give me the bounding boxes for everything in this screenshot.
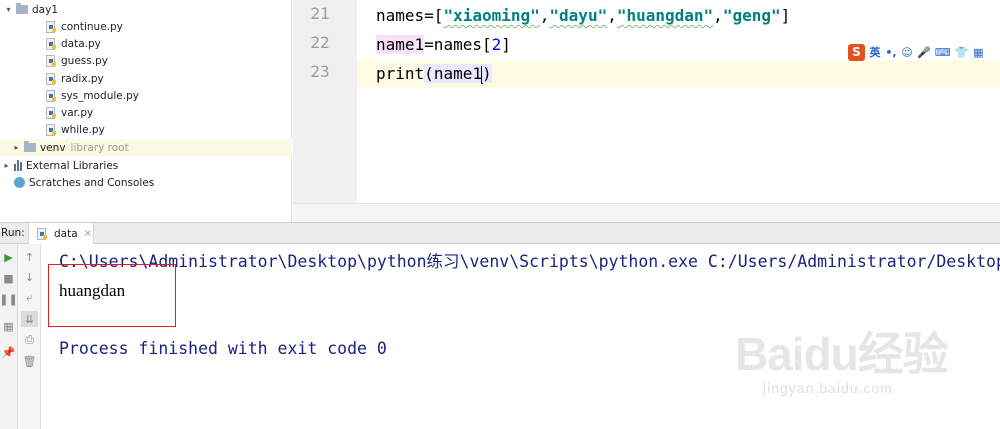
tree-item-scratches[interactable]: Scratches and Consoles <box>14 174 154 191</box>
console-command-line: C:\Users\Administrator\Desktop\python练习\… <box>59 252 1000 271</box>
run-tab-data[interactable]: data × <box>28 223 94 244</box>
tree-item-label: var.py <box>61 106 94 119</box>
tree-item-venv[interactable]: ▸ venv library root <box>0 139 292 156</box>
string-literal: "geng" <box>722 6 781 25</box>
code-token: ] <box>501 35 511 54</box>
annotation-highlight-box <box>48 264 176 327</box>
python-file-icon <box>46 20 57 33</box>
python-file-icon <box>46 106 57 119</box>
console-exit-message: Process finished with exit code 0 <box>59 339 387 358</box>
watermark-brand: Baidu经验 <box>735 328 949 380</box>
code-token: ] <box>780 6 791 25</box>
tree-item-label: continue.py <box>61 20 123 33</box>
print-icon[interactable]: ⎙ <box>21 332 38 348</box>
tree-item-label: day1 <box>32 3 58 16</box>
code-line-23[interactable]: print(name1) <box>357 60 1000 88</box>
number-literal: 2 <box>491 35 502 54</box>
variable-name: name1 <box>433 64 482 83</box>
ime-language-toggle[interactable]: 英 <box>869 44 881 60</box>
scroll-to-end-icon[interactable]: ⇊ <box>21 311 38 327</box>
tree-item-guess-py[interactable]: guess.py <box>46 52 108 69</box>
sogou-logo-icon[interactable]: S <box>848 43 865 61</box>
tree-item-var-py[interactable]: var.py <box>46 104 93 121</box>
folder-icon <box>16 3 28 14</box>
tree-item-label: Scratches and Consoles <box>29 176 155 189</box>
tree-item-label: guess.py <box>61 54 108 67</box>
tree-item-label: while.py <box>61 123 105 136</box>
ime-voice-icon[interactable]: 🎤 <box>917 46 931 59</box>
chevron-right-icon[interactable]: ▸ <box>2 161 11 170</box>
run-label: Run: <box>1 227 25 239</box>
project-tree: ▾ day1 continue.py data.py guess.py radi… <box>0 0 292 222</box>
variable-name: name1 <box>376 35 425 54</box>
baidu-watermark: Baidu经验 jingyan.baidu.com <box>735 318 990 418</box>
tree-item-continue-py[interactable]: continue.py <box>46 18 123 35</box>
tree-item-radix-py[interactable]: radix.py <box>46 70 104 87</box>
trash-icon[interactable]: 🗑 <box>21 353 38 369</box>
rerun-icon[interactable]: ▶ <box>0 249 17 265</box>
chevron-down-icon[interactable]: ▾ <box>4 5 13 14</box>
code-token: [ <box>481 35 492 54</box>
code-token: =names <box>424 35 482 54</box>
string-literal: "xiaoming" <box>443 6 540 25</box>
tree-item-external-libraries[interactable]: ▸ External Libraries <box>2 157 118 174</box>
string-literal: "huangdan" <box>616 6 714 25</box>
layout-icon[interactable]: ▦ <box>0 318 17 334</box>
tree-item-label: sys_module.py <box>61 89 139 102</box>
arrow-down-icon[interactable]: ↓ <box>21 269 38 285</box>
watermark-url: jingyan.baidu.com <box>763 380 893 396</box>
function-name: print <box>376 64 425 83</box>
tree-item-label: radix.py <box>61 72 104 85</box>
ime-toolbar[interactable]: S 英 •, ☺ 🎤 ⌨ 👕 ▦ <box>848 42 984 62</box>
line-number-gutter: 21 22 23 <box>293 0 357 203</box>
code-token: ( <box>424 64 434 83</box>
libraries-icon <box>14 160 22 171</box>
code-token: , <box>607 6 617 25</box>
python-file-icon <box>37 227 48 240</box>
stop-icon[interactable]: ■ <box>0 270 17 286</box>
scratches-icon <box>14 177 25 188</box>
editor-breadcrumb-bar <box>293 203 1000 222</box>
soft-wrap-icon[interactable]: ⤶ <box>21 290 38 306</box>
ime-emoji-icon[interactable]: ☺ <box>901 46 913 59</box>
python-file-icon <box>46 123 57 136</box>
ime-toolbox-icon[interactable]: ▦ <box>972 46 984 59</box>
run-toolbar-primary: ▶ ■ ❚❚ ▦ 📌 <box>0 244 18 429</box>
line-number: 23 <box>310 62 330 81</box>
chevron-right-icon[interactable]: ▸ <box>12 143 21 152</box>
tree-item-label: venv <box>40 141 66 154</box>
tree-item-data-py[interactable]: data.py <box>46 35 101 52</box>
python-file-icon <box>46 54 57 67</box>
string-literal: "dayu" <box>549 6 608 25</box>
line-number: 22 <box>310 33 330 52</box>
tree-item-sys-module-py[interactable]: sys_module.py <box>46 87 139 104</box>
arrow-up-icon[interactable]: ↑ <box>21 249 38 265</box>
python-file-icon <box>46 89 57 102</box>
tree-item-label: data.py <box>61 37 101 50</box>
run-tab-label: data <box>54 227 78 240</box>
ime-keyboard-icon[interactable]: ⌨ <box>935 46 951 59</box>
ime-skin-icon[interactable]: 👕 <box>955 46 969 59</box>
code-token: ) <box>481 64 492 83</box>
code-line-21[interactable]: names=["xiaoming","dayu","huangdan","gen… <box>357 2 790 30</box>
tree-item-label: External Libraries <box>26 159 119 172</box>
tree-item-day1[interactable]: ▾ day1 <box>4 1 58 18</box>
code-line-22[interactable]: name1=names[2] <box>357 31 511 59</box>
pin-icon[interactable]: 📌 <box>0 344 17 360</box>
close-icon[interactable]: × <box>84 228 92 239</box>
run-panel-header: Run: data × <box>0 222 1000 244</box>
code-token: , <box>713 6 723 25</box>
pause-icon[interactable]: ❚❚ <box>0 291 18 307</box>
code-editor[interactable]: 21 22 23 names=["xiaoming","dayu","huang… <box>293 0 1000 222</box>
tree-item-while-py[interactable]: while.py <box>46 121 105 138</box>
line-number: 21 <box>310 4 330 23</box>
code-token: names=[ <box>376 6 444 25</box>
code-token: , <box>539 6 550 25</box>
python-file-icon <box>46 72 57 85</box>
python-file-icon <box>46 37 57 50</box>
ime-punctuation-icon[interactable]: •, <box>885 46 897 59</box>
library-root-label: library root <box>70 141 129 154</box>
folder-icon <box>24 141 36 152</box>
run-toolbar-secondary: ↑ ↓ ⤶ ⇊ ⎙ 🗑 <box>18 244 41 429</box>
